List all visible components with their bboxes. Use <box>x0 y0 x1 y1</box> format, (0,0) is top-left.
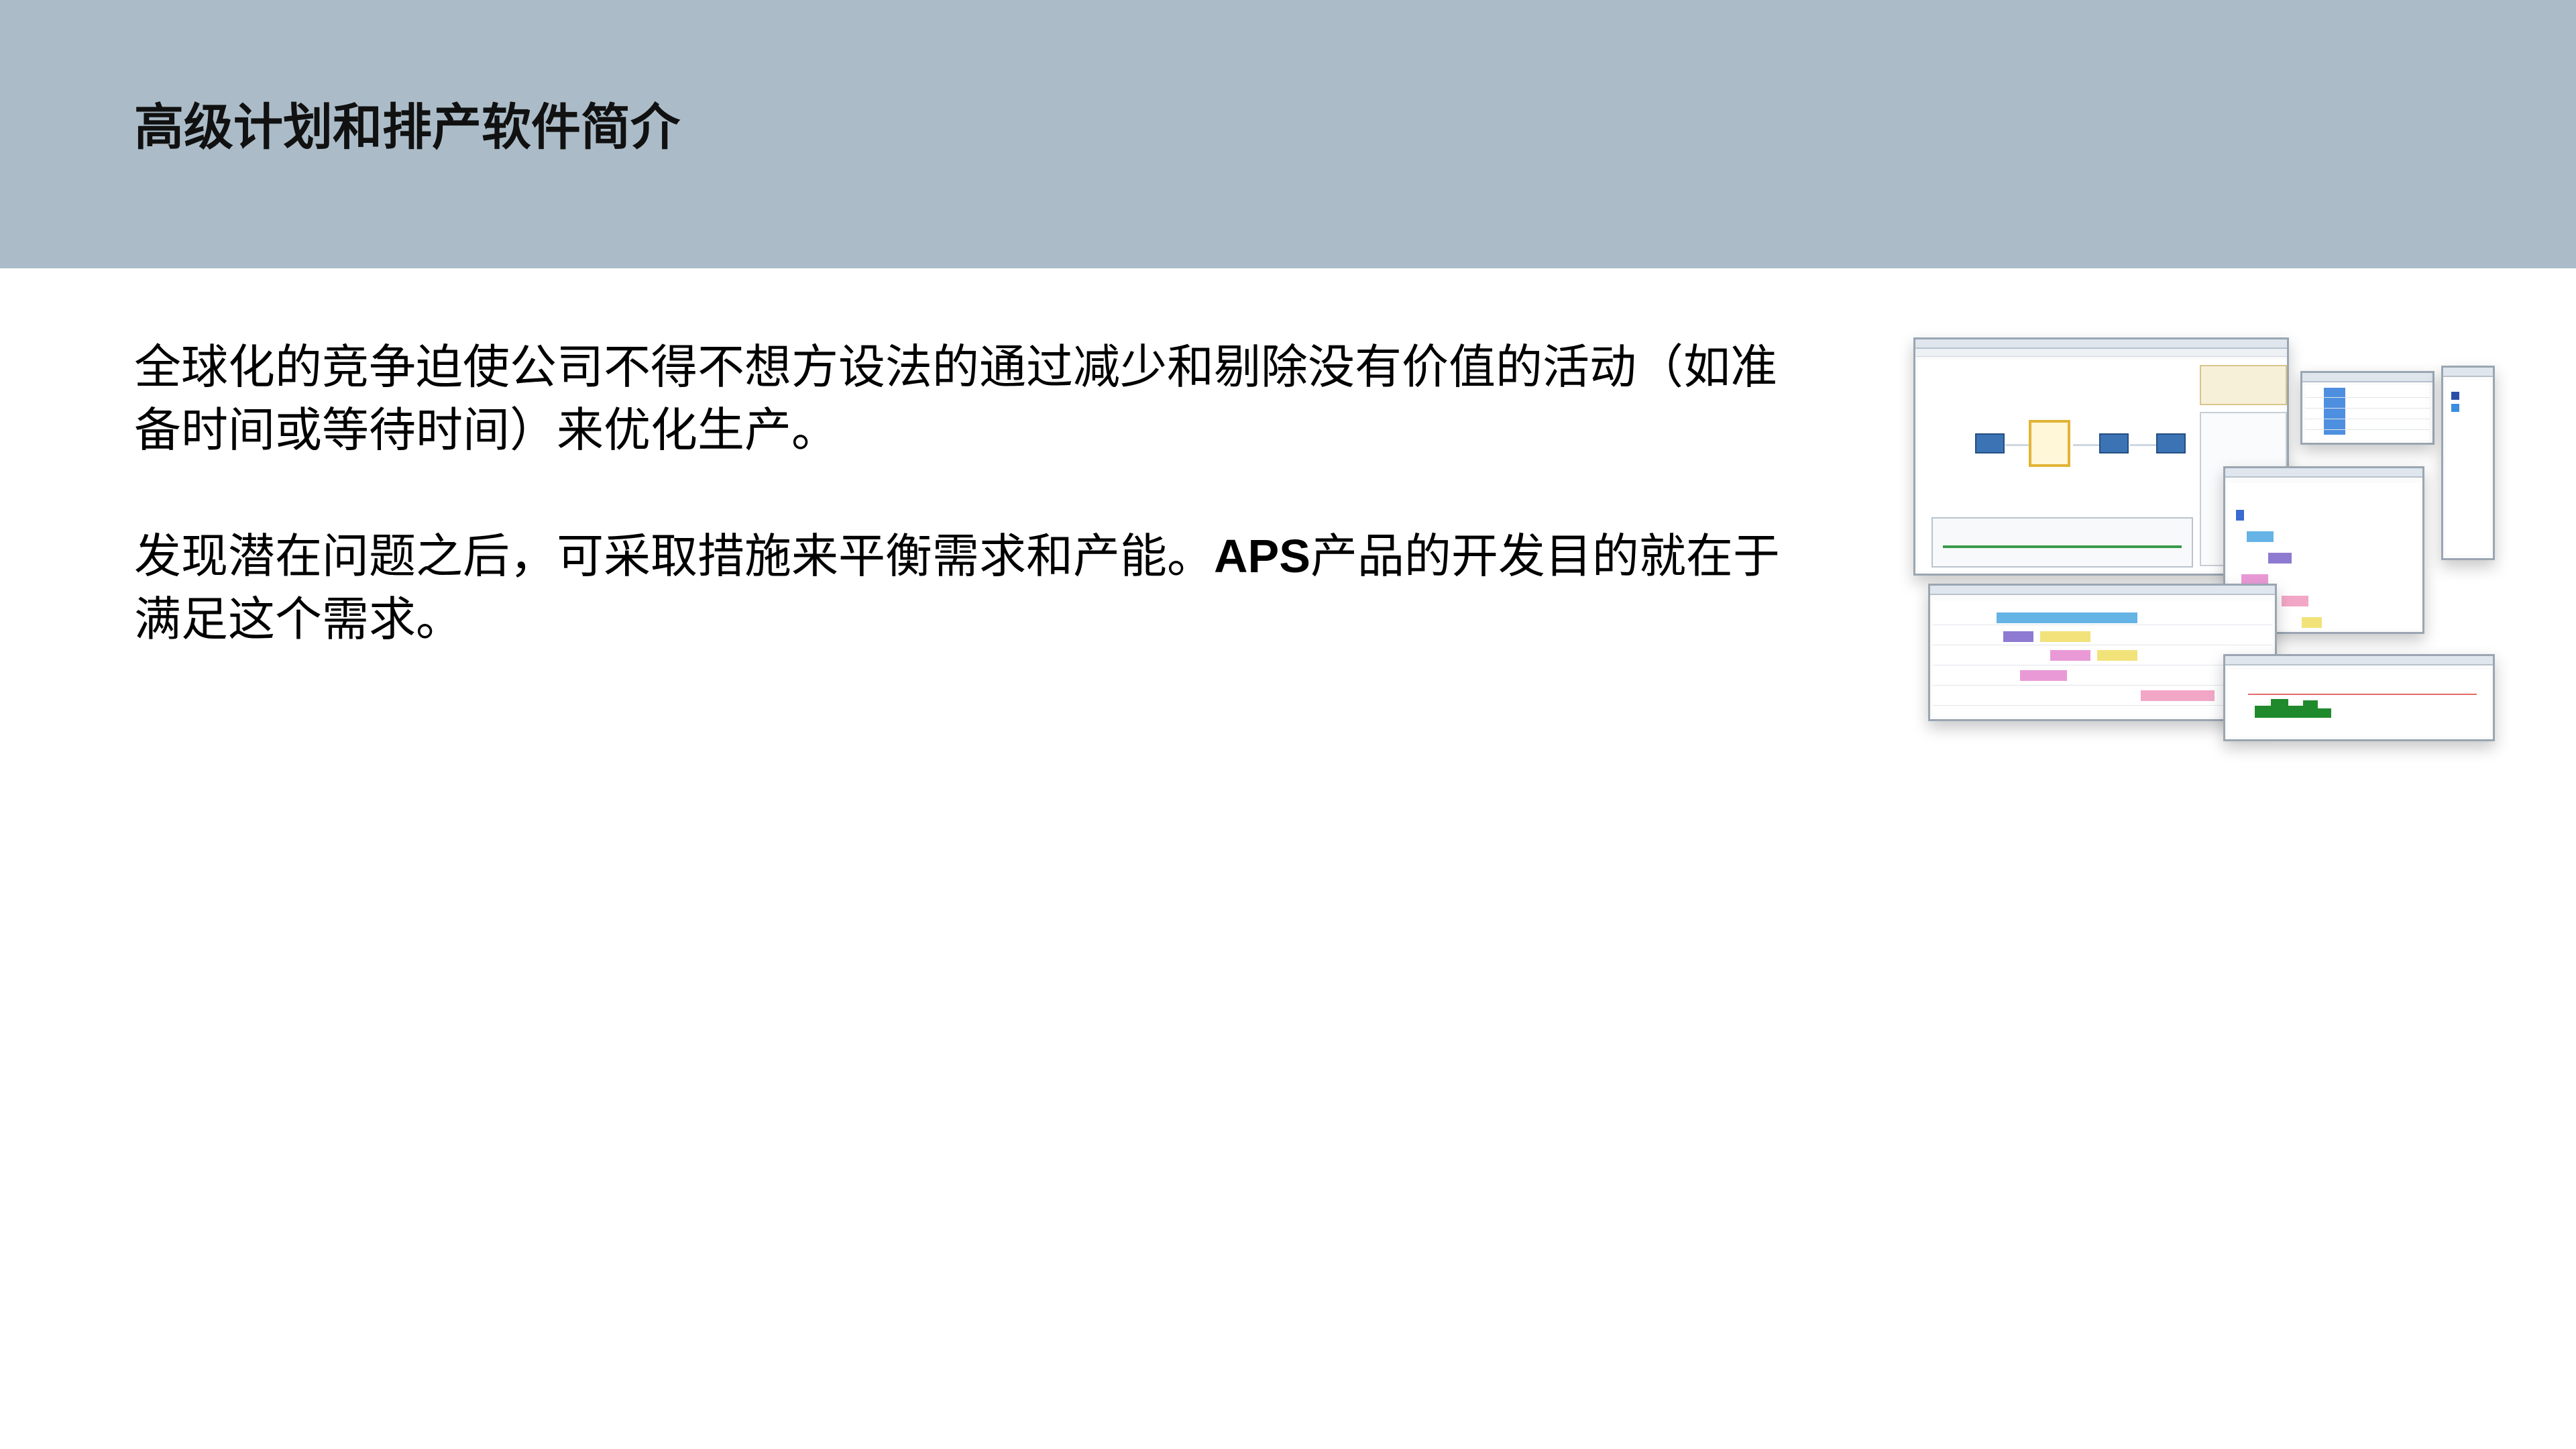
paragraph-globalization: 全球化的竞争迫使公司不得不想方设法的通过减少和剔除没有价值的活动（如准备时间或等… <box>134 339 1777 458</box>
network-node-1 <box>1975 433 2005 453</box>
page-title: 高级计划和排产软件简介 <box>134 99 680 156</box>
header-band: 高级计划和排产软件简介 <box>0 0 2576 268</box>
screenshot-table-window <box>2300 371 2434 445</box>
aps-keyword: APS <box>1214 530 1310 582</box>
screenshot-capacity-histogram <box>2223 654 2495 741</box>
paragraph-aps-before: 发现潜在问题之后，可采取措施来平衡需求和产能。 <box>134 529 1214 584</box>
body-text: 全球化的竞争迫使公司不得不想方设法的通过减少和剔除没有价值的活动（如准备时间或等… <box>134 335 1784 651</box>
aps-software-screenshot <box>1908 332 2498 761</box>
paragraph-aps-purpose: 发现潜在问题之后，可采取措施来平衡需求和产能。APS产品的开发目的就在于满足这个… <box>134 525 1784 651</box>
network-node-2 <box>2099 433 2129 453</box>
network-node-3 <box>2156 433 2186 453</box>
screenshot-timeline-panel <box>1931 517 2193 568</box>
network-node-selected <box>2029 420 2070 467</box>
screenshot-legend-window <box>2441 366 2495 560</box>
